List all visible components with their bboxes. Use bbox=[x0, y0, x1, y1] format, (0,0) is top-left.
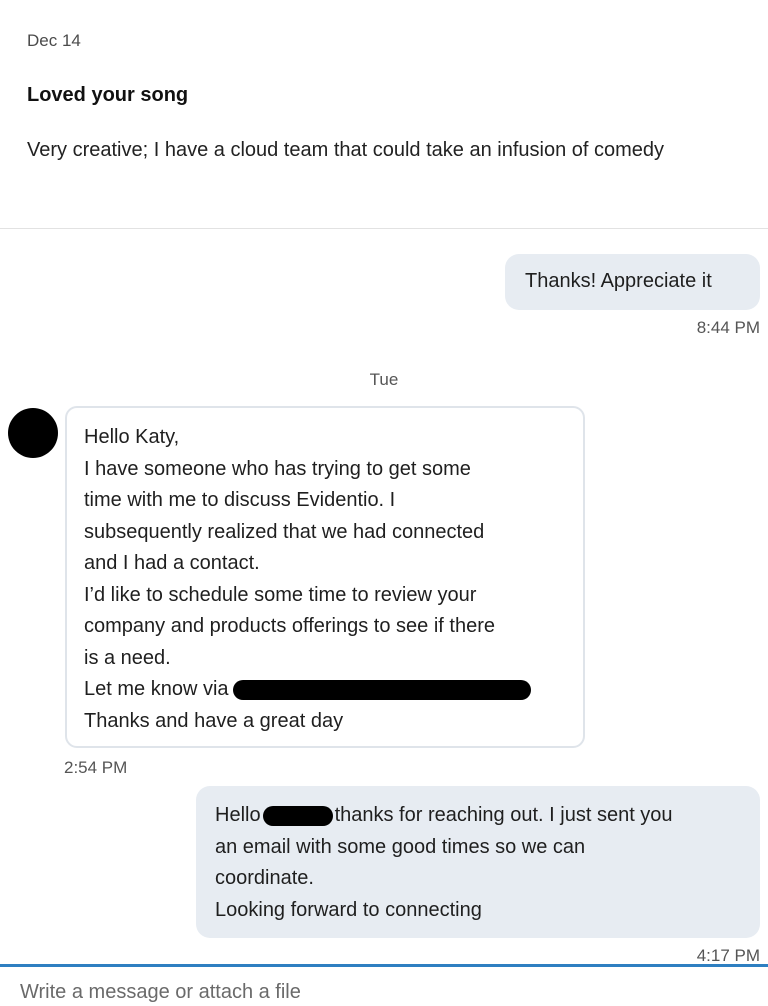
message-bubble-outgoing: Thanks! Appreciate it bbox=[505, 254, 760, 310]
message-text: Thanks! Appreciate it bbox=[525, 270, 712, 292]
message-input[interactable] bbox=[10, 978, 768, 1006]
message-timestamp: 4:17 PM bbox=[696, 946, 760, 965]
message-line: Hello Katy, bbox=[84, 426, 180, 448]
message-line: Hello thanks for reaching out. I just sen… bbox=[215, 800, 673, 832]
redaction-mark bbox=[262, 805, 333, 826]
message-line-text: thanks for reaching out. I just sent you bbox=[334, 804, 673, 826]
inmail-subject: Loved your song bbox=[27, 84, 189, 106]
message-line: coordinate. bbox=[215, 867, 314, 889]
day-separator: Tue bbox=[369, 370, 399, 389]
message-line: and I had a contact. bbox=[84, 552, 260, 574]
message-timestamp: 8:44 PM bbox=[696, 318, 760, 337]
sender-avatar[interactable] bbox=[8, 408, 58, 458]
message-line: time with me to discuss Evidentio. I bbox=[84, 489, 396, 511]
message-line: an email with some good times so we can bbox=[215, 835, 586, 858]
redaction-mark bbox=[232, 679, 531, 700]
message-timestamp: 2:54 PM bbox=[64, 758, 128, 777]
message-line: I have someone who has trying to get som… bbox=[84, 457, 471, 480]
message-text: Hello thanks for reaching out. I just sen… bbox=[215, 800, 673, 926]
message-line: I’d like to schedule some time to review… bbox=[84, 583, 477, 606]
message-bubble-incoming: Hello Katy, I have someone who has tryin… bbox=[65, 406, 585, 748]
inmail-card: Dec 14 Loved your song Very creative; I … bbox=[0, 0, 768, 229]
message-line: company and products offerings to see if… bbox=[84, 615, 495, 637]
inmail-date: Dec 14 bbox=[27, 31, 81, 50]
message-bubble-outgoing: Hello thanks for reaching out. I just sen… bbox=[196, 786, 760, 938]
message-line: Thanks and have a great day bbox=[84, 709, 344, 732]
message-text: Hello Katy, I have someone who has tryin… bbox=[84, 422, 531, 737]
message-line: is a need. bbox=[84, 646, 171, 669]
message-line: Let me know via bbox=[84, 674, 531, 706]
message-line-text: Hello bbox=[215, 804, 261, 826]
message-line: subsequently realized that we had connec… bbox=[84, 520, 485, 543]
message-line: Looking forward to connecting bbox=[215, 898, 482, 921]
inmail-body: Very creative; I have a cloud team that … bbox=[27, 139, 665, 161]
composer-divider bbox=[0, 964, 768, 967]
message-line-text: Let me know via bbox=[84, 678, 229, 700]
